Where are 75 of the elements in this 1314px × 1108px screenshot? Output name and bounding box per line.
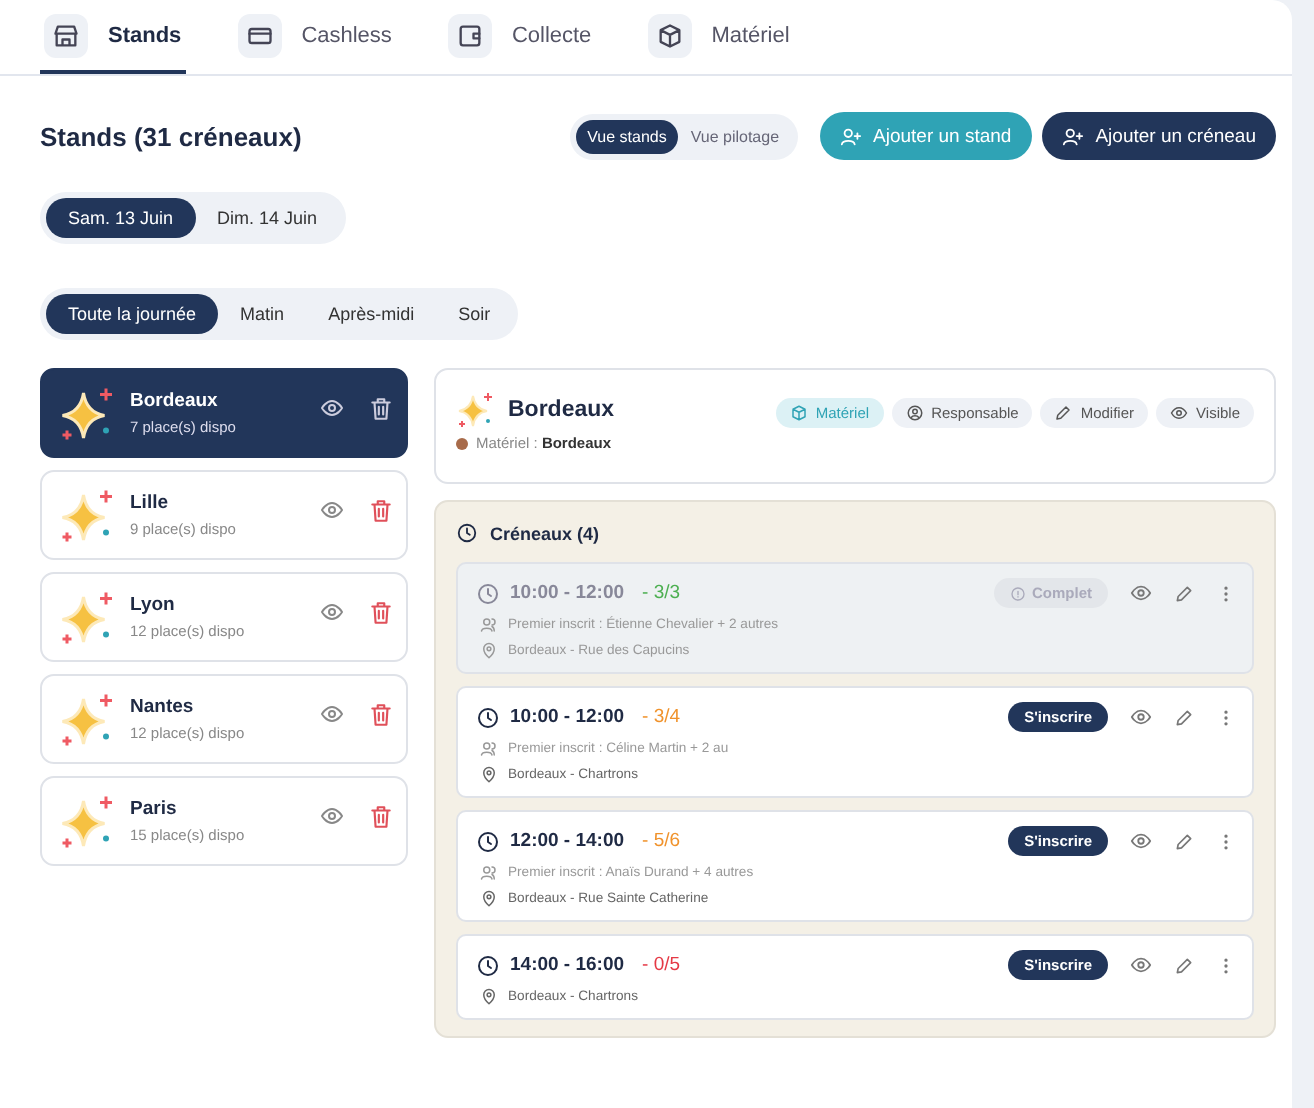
page-title: Stands (31 créneaux)	[40, 121, 304, 151]
pin-icon	[480, 766, 498, 784]
nav-tab[interactable]: Matériel	[643, 0, 794, 74]
pencil-icon	[1174, 955, 1194, 975]
day-pill[interactable]: Sam. 13 Juin	[46, 198, 196, 238]
add-button[interactable]: Ajouter un créneau	[1041, 112, 1276, 160]
pin-icon	[480, 988, 498, 1006]
info-icon	[1010, 585, 1026, 601]
eye-icon	[1130, 582, 1152, 604]
clock-icon	[476, 581, 500, 605]
slot-time: 14:00 - 16:00	[510, 954, 625, 976]
slot-time: 10:00 - 12:00	[510, 582, 625, 604]
stand-name: Nantes	[130, 696, 196, 718]
store-icon	[52, 21, 80, 49]
trash-icon	[368, 395, 394, 421]
sparkle-icon	[58, 587, 118, 647]
eye-icon	[320, 803, 344, 827]
add-user-icon	[1061, 125, 1084, 147]
period-pill[interactable]: Matin	[218, 294, 307, 334]
people-icon	[480, 740, 498, 758]
people-icon	[480, 864, 498, 882]
stand-name: Paris	[130, 798, 179, 820]
period-pill[interactable]: Après-midi	[306, 294, 437, 334]
stand-name: Bordeaux	[130, 390, 220, 412]
slot-count: - 0/5	[642, 954, 681, 976]
period-pill[interactable]: Soir	[436, 294, 513, 334]
slot-time: 12:00 - 14:00	[510, 830, 625, 852]
box-icon	[789, 404, 808, 422]
trash-icon	[368, 701, 394, 727]
pencil-icon	[1174, 707, 1194, 727]
sparkle-icon	[58, 485, 118, 545]
pencil-icon	[1054, 404, 1073, 422]
slot-count: - 3/4	[642, 706, 681, 728]
sparkle-icon	[58, 383, 118, 443]
pin-icon	[480, 642, 498, 660]
view-option[interactable]: Vue pilotage	[678, 119, 792, 153]
pencil-icon	[1174, 831, 1194, 851]
trash-icon	[368, 497, 394, 523]
eye-icon	[320, 497, 344, 521]
sparkle-icon	[456, 390, 496, 430]
trash-icon	[368, 803, 394, 829]
people-icon	[480, 616, 498, 634]
eye-icon	[320, 701, 344, 725]
eye-icon	[320, 599, 344, 623]
sparkle-icon	[58, 791, 118, 851]
box-icon	[655, 21, 684, 49]
slot-count: - 5/6	[642, 830, 681, 852]
nav-tab[interactable]: Cashless	[233, 0, 396, 74]
clock-icon	[476, 829, 500, 853]
eye-icon	[1130, 954, 1152, 976]
nav-tab[interactable]: Stands	[40, 0, 186, 74]
eye-icon	[1170, 404, 1189, 422]
add-user-icon	[839, 125, 862, 147]
wallet-icon	[455, 21, 484, 49]
stand-name: Lyon	[130, 594, 177, 616]
eye-icon	[320, 395, 344, 419]
eye-icon	[1130, 706, 1152, 728]
day-pill[interactable]: Dim. 14 Juin	[195, 198, 340, 238]
nav-tab[interactable]: Collecte	[443, 0, 596, 74]
stand-name: Lille	[130, 492, 171, 514]
stand-title: Bordeaux	[508, 398, 615, 422]
slots-title: Créneaux (4)	[490, 523, 600, 543]
pin-icon	[480, 890, 498, 908]
pencil-icon	[1174, 583, 1194, 603]
clock-icon	[456, 522, 478, 544]
trash-icon	[368, 599, 394, 625]
eye-icon	[1130, 830, 1152, 852]
user-icon	[905, 404, 924, 422]
clock-icon	[476, 953, 500, 977]
sparkle-icon	[58, 689, 118, 749]
slot-time: 10:00 - 12:00	[510, 706, 625, 728]
clock-icon	[476, 705, 500, 729]
period-pill[interactable]: Toute la journée	[46, 294, 219, 334]
slot-count: - 3/3	[642, 582, 681, 604]
view-option[interactable]: Vue stands	[575, 119, 679, 153]
